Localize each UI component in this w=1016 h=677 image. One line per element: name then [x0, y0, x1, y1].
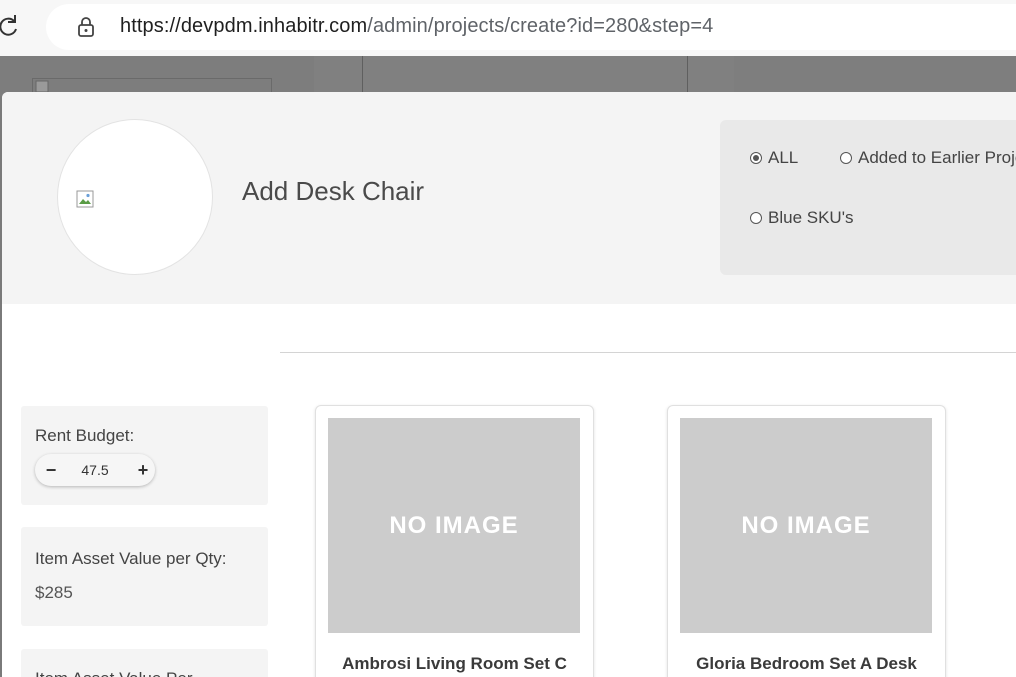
reload-icon[interactable]: [0, 12, 20, 40]
asset-value-card: Item Asset Value per Qty: $285: [21, 527, 268, 626]
asset-value: $285: [35, 583, 73, 602]
item-filter-group: ALL Added to Earlier Projects Blue SKU's: [720, 120, 1016, 275]
lock-icon[interactable]: [74, 15, 98, 39]
product-card[interactable]: NO IMAGE Gloria Bedroom Set A Desk: [667, 405, 946, 677]
rent-budget-label: Rent Budget:: [35, 426, 135, 445]
add-item-modal: Add Desk Chair ALL Added to Earlier Proj…: [2, 92, 1016, 677]
rent-budget-value[interactable]: 47.5: [69, 462, 121, 478]
filter-label: ALL: [768, 148, 799, 167]
filter-option-earlier-projects[interactable]: Added to Earlier Projects: [840, 148, 1016, 168]
rent-budget-card: Rent Budget: − 47.5 +: [21, 406, 268, 505]
asset-value-label: Item Asset Value per Qty:: [35, 549, 227, 568]
item-avatar: [58, 120, 212, 274]
url-field[interactable]: https://devpdm.inhabitr.com/admin/projec…: [46, 4, 1016, 50]
url-text[interactable]: https://devpdm.inhabitr.com/admin/projec…: [120, 15, 713, 38]
background-column: [734, 56, 1016, 96]
decrement-button[interactable]: −: [37, 454, 65, 486]
rent-budget-stepper[interactable]: − 47.5 +: [35, 454, 155, 486]
filter-label: Added to Earlier Projects: [858, 148, 1016, 167]
broken-image-icon: [76, 190, 94, 208]
filter-label: Blue SKU's: [768, 208, 854, 227]
section-divider: [280, 352, 1016, 353]
filter-option-blue-skus[interactable]: Blue SKU's: [750, 208, 853, 228]
product-image-placeholder: NO IMAGE: [680, 418, 932, 633]
product-card[interactable]: NO IMAGE Ambrosi Living Room Set C: [315, 405, 594, 677]
increment-button[interactable]: +: [129, 454, 157, 486]
asset-value-total-label: Item Asset Value Per: [35, 669, 192, 677]
product-name: Gloria Bedroom Set A Desk: [696, 654, 917, 673]
asset-value-total-card: Item Asset Value Per: [21, 649, 268, 677]
radio-button[interactable]: [840, 152, 852, 164]
url-path: /admin/projects/create?id=280&step=4: [367, 15, 714, 37]
product-name: Ambrosi Living Room Set C: [342, 654, 567, 673]
modal-header: Add Desk Chair ALL Added to Earlier Proj…: [2, 92, 1016, 304]
filter-option-all[interactable]: ALL: [750, 148, 798, 168]
radio-button[interactable]: [750, 212, 762, 224]
radio-button[interactable]: [750, 152, 762, 164]
browser-address-bar: https://devpdm.inhabitr.com/admin/projec…: [0, 0, 1016, 57]
background-divider: [362, 56, 363, 96]
modal-title: Add Desk Chair: [242, 176, 425, 206]
background-divider: [687, 56, 688, 96]
product-image-placeholder: NO IMAGE: [328, 418, 580, 633]
url-host: https://devpdm.inhabitr.com: [120, 15, 368, 37]
